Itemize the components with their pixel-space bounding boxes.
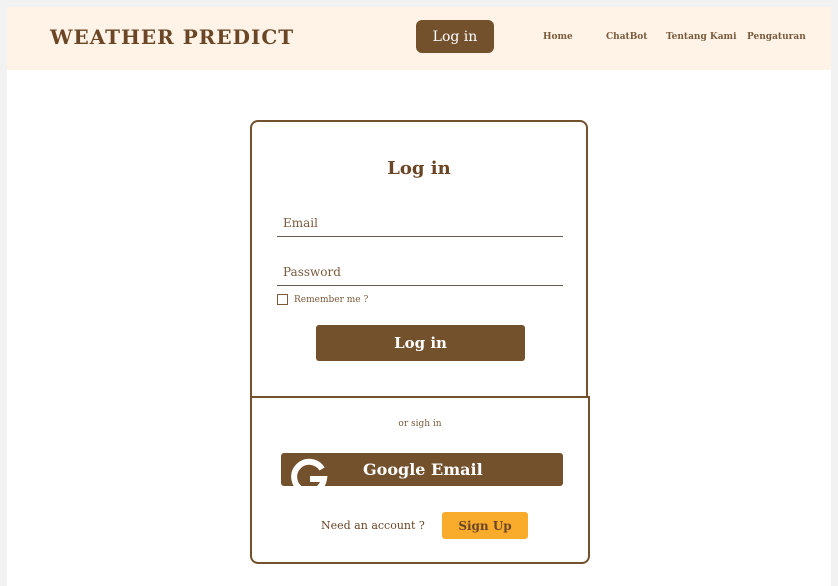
need-account-text: Need an account ? [321,519,425,532]
login-submit-button[interactable]: Log in [316,325,525,361]
alt-signin-card: or sigh in Google Email Need an account … [250,396,590,564]
password-input[interactable] [277,259,563,285]
remember-me[interactable]: Remember me ? [277,294,368,305]
nav-chatbot[interactable]: ChatBot [606,32,647,42]
nav-login-button[interactable]: Log in [416,20,494,53]
email-field-wrapper [277,210,563,237]
login-card: Log in Remember me ? Log in [250,120,588,406]
nav-tentang-kami[interactable]: Tentang Kami [666,32,737,42]
google-icon [291,458,328,486]
or-sign-in-text: or sigh in [398,419,442,429]
signup-button[interactable]: Sign Up [442,512,528,539]
email-input[interactable] [277,210,563,236]
password-field-wrapper [277,259,563,286]
google-signin-button[interactable]: Google Email [281,453,563,486]
nav-home[interactable]: Home [543,32,573,42]
nav-pengaturan[interactable]: Pengaturan [747,32,806,42]
brand-logo[interactable]: WEATHER PREDICT [50,25,294,49]
login-title: Log in [387,158,451,179]
google-signin-label: Google Email [363,460,483,479]
remember-label: Remember me ? [294,294,369,305]
page: WEATHER PREDICT Log in Home ChatBot Tent… [7,7,831,586]
remember-checkbox[interactable] [277,294,288,305]
header-bar: WEATHER PREDICT Log in Home ChatBot Tent… [7,7,831,70]
